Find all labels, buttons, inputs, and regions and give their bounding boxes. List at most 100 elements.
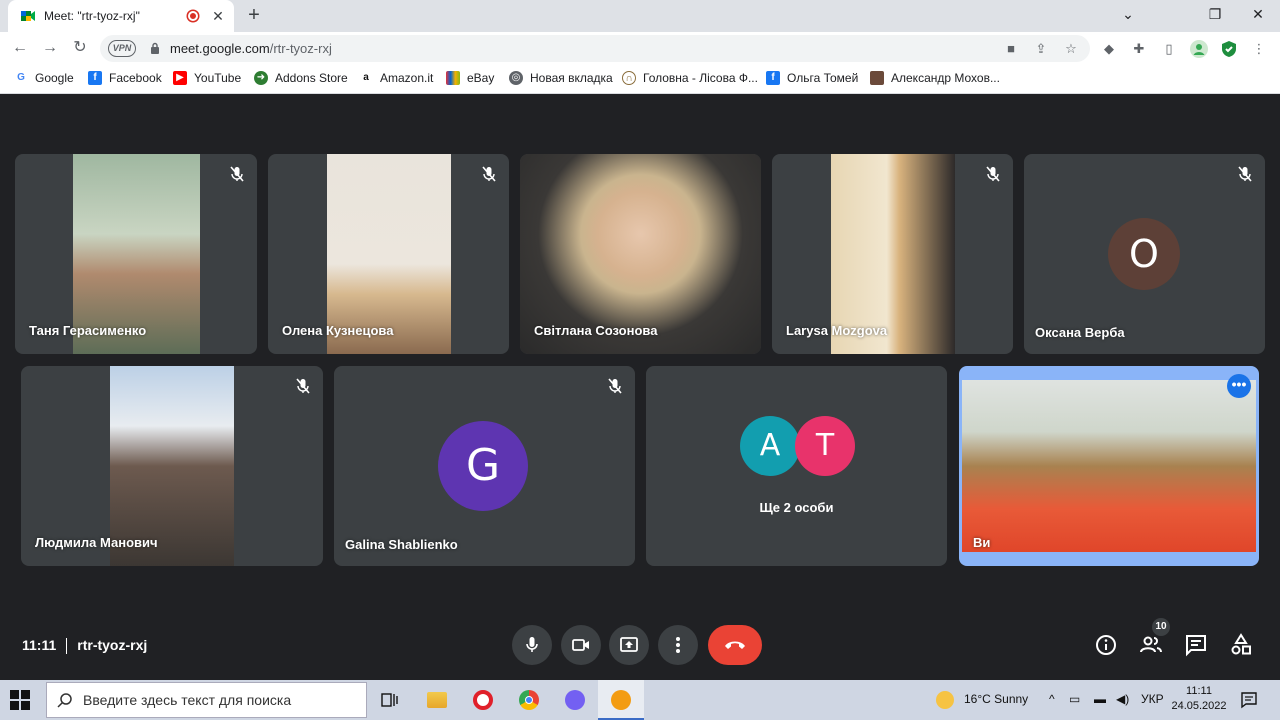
- taskbar-file-explorer[interactable]: [414, 680, 460, 720]
- camera-button[interactable]: [561, 625, 601, 665]
- forward-button[interactable]: →: [38, 36, 62, 60]
- people-icon[interactable]: [1139, 633, 1163, 657]
- youtube-icon: ▶: [173, 71, 187, 85]
- more-options-button[interactable]: [658, 625, 698, 665]
- clock-time: 11:11: [1186, 685, 1212, 697]
- people-count-badge: 10: [1152, 618, 1170, 636]
- participant-tile[interactable]: Олена Кузнецова: [268, 154, 509, 354]
- participant-avatar: A: [740, 416, 800, 476]
- browser-menu-icon[interactable]: ⋮: [1250, 40, 1268, 58]
- extensions-puzzle-icon[interactable]: ✚: [1130, 40, 1148, 58]
- facebook-icon: f: [766, 71, 780, 85]
- end-call-button[interactable]: [708, 625, 762, 665]
- bookmark-holovna[interactable]: ∩ Головна - Лісова Ф...: [622, 71, 758, 85]
- bookmark-facebook[interactable]: f Facebook: [88, 71, 162, 85]
- bookmark-new-tab[interactable]: ◎ Новая вкладка: [509, 71, 613, 85]
- windows-start-icon[interactable]: [10, 690, 30, 710]
- participant-name: Таня Герасименко: [29, 323, 147, 338]
- camera-icon: [572, 639, 589, 651]
- new-tab-button[interactable]: +: [242, 4, 266, 28]
- browser-toolbar: ← → ↻ VPN meet.google.com/rtr-tyoz-rxj ■…: [0, 32, 1280, 65]
- windows-taskbar: Введите здесь текст для поиска 16°C Sunn…: [0, 680, 1280, 720]
- taskbar-opera[interactable]: [460, 680, 506, 720]
- network-icon[interactable]: ▭: [1069, 692, 1080, 706]
- participant-tile[interactable]: Larysa Mozgova: [772, 154, 1013, 354]
- bookmark-google[interactable]: G Google: [14, 71, 74, 85]
- share-icon[interactable]: ⇪: [1032, 40, 1050, 58]
- chat-icon[interactable]: [1184, 633, 1208, 657]
- browser-tab[interactable]: Meet: "rtr-tyoz-rxj" ✕: [8, 0, 234, 32]
- participant-tile[interactable]: Таня Герасименко: [15, 154, 257, 354]
- participant-tile[interactable]: G Galina Shablienko: [334, 366, 635, 566]
- participant-name: Larysa Mozgova: [786, 323, 888, 338]
- mic-off-icon: [296, 378, 310, 394]
- microphone-icon: [526, 637, 538, 652]
- google-icon: G: [14, 71, 28, 85]
- bookmark-olga-tomei[interactable]: f Ольга Томей: [766, 71, 858, 85]
- side-panel-icon[interactable]: ▯: [1160, 40, 1178, 58]
- vpn-badge[interactable]: VPN: [108, 40, 136, 57]
- bookmark-youtube[interactable]: ▶ YouTube: [173, 71, 241, 85]
- lock-icon[interactable]: [150, 42, 160, 54]
- taskbar-viber[interactable]: [552, 680, 598, 720]
- bookmark-addons-store[interactable]: ➜ Addons Store: [254, 71, 348, 85]
- participant-name: Людмила Манович: [35, 535, 158, 550]
- chrome-center-icon: [525, 696, 533, 704]
- ebay-icon: [446, 71, 460, 85]
- taskbar-clock[interactable]: 11:11 24.05.2022: [1170, 684, 1228, 714]
- activities-icon[interactable]: [1229, 633, 1253, 657]
- back-button[interactable]: ←: [8, 36, 32, 60]
- close-window-button[interactable]: ✕: [1236, 0, 1280, 28]
- participant-avatar: T: [795, 416, 855, 476]
- input-language[interactable]: УКР: [1141, 692, 1164, 706]
- participant-tile[interactable]: O Оксана Верба: [1024, 154, 1265, 354]
- more-participants-tile[interactable]: A T Ще 2 особи: [646, 366, 947, 566]
- recording-indicator-icon: [188, 11, 198, 21]
- adblock-shield-icon[interactable]: [1220, 40, 1238, 58]
- weather-text[interactable]: 16°C Sunny: [964, 692, 1028, 706]
- bookmarks-bar: G Google f Facebook ▶ YouTube ➜ Addons Store…: [0, 65, 1280, 94]
- profile-avatar-icon[interactable]: [1190, 40, 1208, 58]
- notifications-icon[interactable]: [1240, 691, 1258, 709]
- url-text[interactable]: meet.google.com/rtr-tyoz-rxj: [170, 41, 332, 56]
- more-vert-icon: [676, 637, 680, 653]
- bookmark-amazon[interactable]: a Amazon.it: [359, 71, 433, 85]
- participant-tile[interactable]: Людмила Манович: [21, 366, 323, 566]
- task-view-button[interactable]: [367, 680, 413, 720]
- bookmark-ebay[interactable]: eBay: [446, 71, 494, 85]
- reload-button[interactable]: ↻: [68, 36, 92, 60]
- tab-close-icon[interactable]: ✕: [210, 8, 226, 25]
- taskbar-search-input[interactable]: Введите здесь текст для поиска: [46, 682, 367, 718]
- participant-name: Ви: [973, 535, 991, 550]
- taskbar-chrome[interactable]: [506, 680, 552, 720]
- present-screen-button[interactable]: [609, 625, 649, 665]
- tab-search-chevron-icon[interactable]: ⌄: [1106, 0, 1150, 28]
- restore-window-button[interactable]: ❐: [1193, 0, 1237, 28]
- meeting-code: rtr-tyoz-rxj: [77, 637, 148, 653]
- meeting-details-info-icon[interactable]: [1094, 633, 1118, 657]
- address-bar[interactable]: VPN meet.google.com/rtr-tyoz-rxj ■ ⇪ ☆: [100, 35, 1090, 62]
- show-hidden-icons-chevron-icon[interactable]: ^: [1049, 692, 1055, 706]
- weather-sun-icon[interactable]: [936, 691, 954, 709]
- bookmark-alexander-mokhov[interactable]: Александр Мохов...: [870, 71, 1000, 85]
- mic-off-icon: [986, 166, 1000, 182]
- volume-icon[interactable]: ◀): [1116, 692, 1129, 706]
- globe-icon: ◎: [509, 71, 523, 85]
- meet-control-bar: 11:11 rtr-tyoz-rxj 10: [0, 615, 1280, 680]
- mic-off-icon: [230, 166, 244, 182]
- camera-in-use-icon[interactable]: ■: [1002, 40, 1020, 58]
- more-participants-label: Ще 2 особи: [759, 500, 834, 515]
- task-view-icon: [381, 693, 398, 707]
- hang-up-icon: [725, 641, 745, 649]
- self-video: [962, 380, 1256, 552]
- tab-title: Meet: "rtr-tyoz-rxj": [44, 9, 140, 23]
- more-options-icon[interactable]: •••: [1227, 374, 1251, 398]
- participant-tile[interactable]: Світлана Созонова: [520, 154, 761, 354]
- microphone-button[interactable]: [512, 625, 552, 665]
- battery-icon[interactable]: ▬: [1094, 692, 1106, 706]
- bookmark-star-icon[interactable]: ☆: [1062, 40, 1080, 58]
- self-view-tile[interactable]: ••• Ви: [959, 366, 1259, 566]
- extension-shield-icon[interactable]: ◆: [1100, 40, 1118, 58]
- taskbar-vpn-browser[interactable]: [598, 680, 644, 720]
- meeting-info: 11:11 rtr-tyoz-rxj: [22, 637, 148, 655]
